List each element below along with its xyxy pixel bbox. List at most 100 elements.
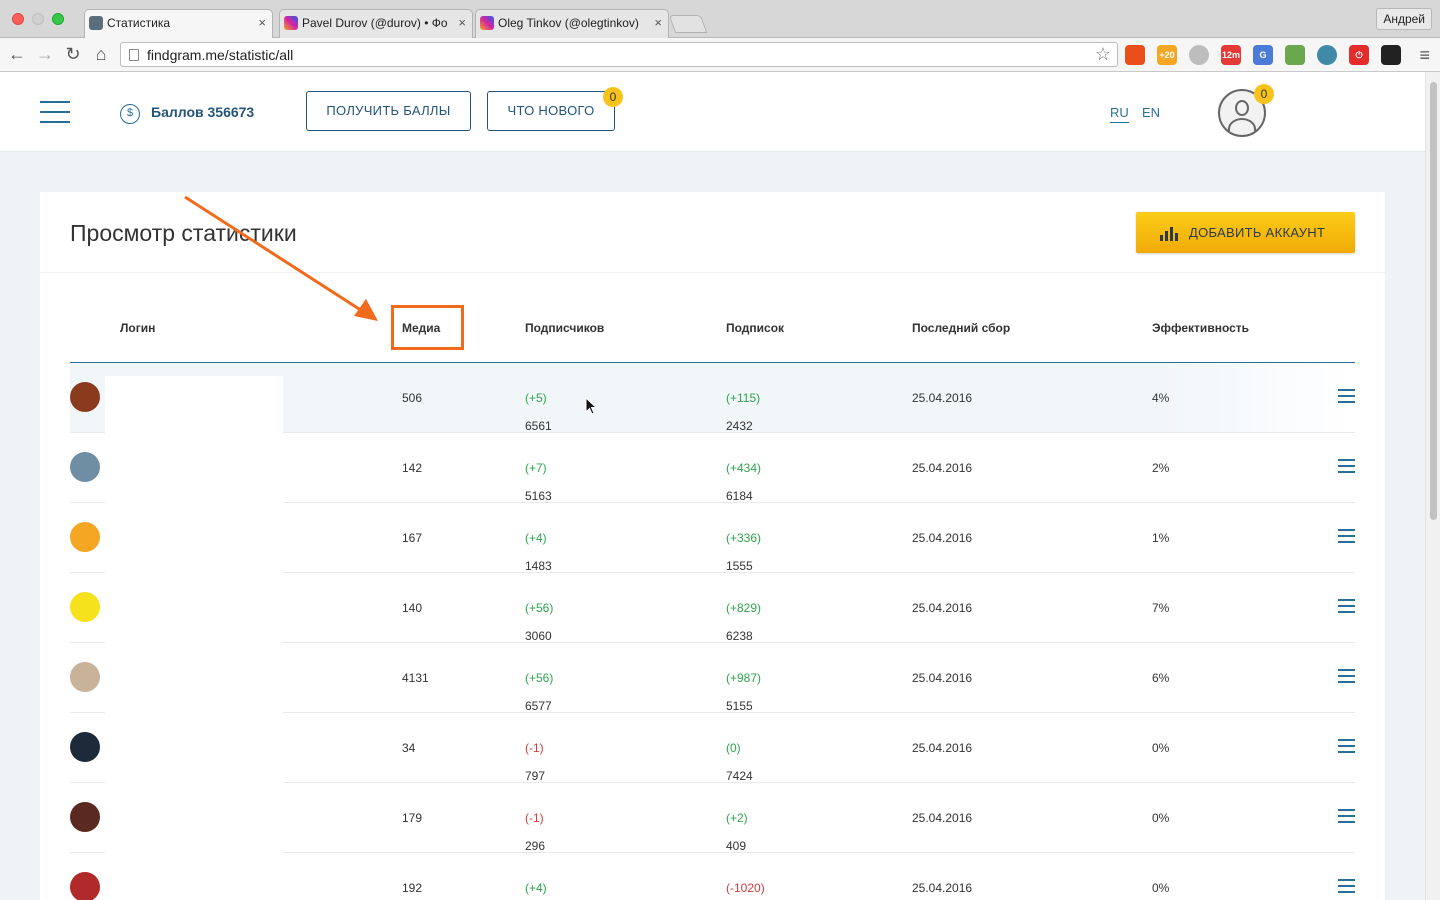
lang-en-link[interactable]: EN	[1142, 105, 1160, 120]
efficiency-value: 0%	[1152, 741, 1170, 755]
add-account-button[interactable]: ДОБАВИТЬ АККАУНТ	[1136, 212, 1355, 253]
following-count: 6184	[726, 489, 753, 503]
extension-puzzle-icon[interactable]	[1381, 45, 1401, 65]
window-maximize-button[interactable]	[52, 13, 64, 25]
tab-close-icon[interactable]: ×	[458, 15, 466, 30]
back-arrow-icon[interactable]: ←	[6, 43, 28, 65]
whats-new-button[interactable]: ЧТО НОВОГО	[487, 91, 615, 131]
column-header-login[interactable]: Логин	[120, 321, 155, 335]
last-collect-date: 25.04.2016	[912, 881, 973, 895]
account-avatar[interactable]	[70, 522, 100, 552]
followers-count: 3060	[525, 629, 552, 643]
extension-leaf-icon[interactable]	[1285, 45, 1305, 65]
translate-icon[interactable]: G	[1253, 45, 1273, 65]
get-points-button[interactable]: ПОЛУЧИТЬ БАЛЛЫ	[306, 91, 471, 131]
followers-cell: 3060 (+56)	[525, 601, 554, 643]
browser-tab-durov[interactable]: Pavel Durov (@durov) • Фо ×	[279, 9, 473, 38]
extension-red-icon[interactable]	[1125, 45, 1145, 65]
following-count: 6238	[726, 629, 753, 643]
tab-close-icon[interactable]: ×	[258, 15, 266, 30]
scrollbar-thumb[interactable]	[1430, 82, 1437, 520]
power-icon[interactable]: ⏻	[1349, 45, 1369, 65]
extension-timer-icon[interactable]: 12m	[1221, 45, 1241, 65]
lang-ru-link[interactable]: RU	[1110, 105, 1129, 123]
extension-drop-icon[interactable]	[1317, 45, 1337, 65]
extension-badge-icon[interactable]: +20	[1157, 45, 1177, 65]
avatar-badge: 0	[1254, 84, 1274, 104]
instagram-favicon-icon	[480, 16, 494, 30]
tab-title: Статистика	[107, 16, 171, 30]
statistics-favicon-icon	[89, 16, 103, 30]
row-menu-icon[interactable]	[1338, 459, 1355, 473]
column-header-last-collect[interactable]: Последний сбор	[912, 321, 1010, 335]
home-icon[interactable]: ⌂	[90, 43, 112, 65]
hamburger-menu-icon[interactable]	[40, 101, 70, 123]
annotation-arrow-icon	[184, 195, 378, 321]
row-menu-icon[interactable]	[1338, 669, 1355, 683]
page-scrollbar[interactable]	[1425, 72, 1440, 900]
column-header-followers[interactable]: Подписчиков	[525, 321, 604, 335]
window-close-button[interactable]	[12, 13, 24, 25]
bar-chart-icon	[1160, 225, 1180, 241]
row-menu-icon[interactable]	[1338, 529, 1355, 543]
followers-cell: 6561 (+5)	[525, 391, 552, 433]
row-menu-icon[interactable]	[1338, 809, 1355, 823]
media-count: 179	[402, 811, 423, 825]
following-cell: 7424 (0)	[726, 741, 753, 783]
followers-count: 5163	[525, 489, 552, 503]
account-avatar[interactable]	[70, 802, 100, 832]
followers-cell: 296 (-1)	[525, 811, 545, 853]
browser-tab-statistics[interactable]: Статистика ×	[84, 9, 273, 39]
following-cell: 2432 (+115)	[726, 391, 760, 433]
followers-delta: (+56)	[525, 671, 554, 685]
account-avatar[interactable]	[70, 662, 100, 692]
following-delta: (+987)	[726, 671, 762, 685]
row-menu-icon[interactable]	[1338, 879, 1355, 893]
column-header-efficiency[interactable]: Эффективность	[1152, 321, 1249, 335]
account-avatar[interactable]	[70, 592, 100, 622]
tab-close-icon[interactable]: ×	[654, 15, 662, 30]
last-collect-date: 25.04.2016	[912, 671, 973, 685]
last-collect-date: 25.04.2016	[912, 531, 973, 545]
reload-icon[interactable]: ↻	[62, 43, 84, 65]
following-delta: (+2)	[726, 811, 748, 825]
followers-delta: (-1)	[525, 741, 544, 755]
extension-moon-icon[interactable]	[1189, 45, 1209, 65]
forward-arrow-icon[interactable]: →	[34, 43, 56, 65]
account-avatar[interactable]	[70, 382, 100, 412]
media-count: 34	[402, 741, 416, 755]
efficiency-value: 4%	[1152, 391, 1170, 405]
window-minimize-button[interactable]	[32, 13, 44, 25]
following-delta: (+434)	[726, 461, 762, 475]
following-count: 5155	[726, 699, 753, 713]
followers-cell: 797 (-1)	[525, 741, 545, 783]
row-menu-icon[interactable]	[1338, 599, 1355, 613]
column-header-following[interactable]: Подписок	[726, 321, 784, 335]
login-column-mask	[105, 376, 283, 900]
followers-count: 6577	[525, 699, 552, 713]
followers-delta: (+5)	[525, 391, 547, 405]
browser-menu-icon[interactable]: ≡	[1419, 45, 1430, 66]
account-avatar[interactable]	[70, 732, 100, 762]
following-cell: 6184 (+434)	[726, 461, 762, 503]
browser-profile-button[interactable]: Андрей	[1376, 8, 1432, 30]
new-tab-button[interactable]	[668, 15, 708, 33]
followers-cell: 1483 (+4)	[525, 531, 552, 573]
points-balance: Баллов 356673	[151, 104, 255, 120]
followers-delta: (-1)	[525, 811, 544, 825]
bookmark-star-icon[interactable]: ☆	[1095, 44, 1111, 65]
account-avatar[interactable]	[70, 872, 100, 900]
row-menu-icon[interactable]	[1338, 389, 1355, 403]
address-bar[interactable]: findgram.me/statistic/all ☆	[120, 42, 1118, 67]
browser-tabbar: Статистика × Pavel Durov (@durov) • Фо ×…	[0, 0, 1440, 39]
tab-title: Oleg Tinkov (@olegtinkov)	[498, 16, 639, 30]
browser-tab-tinkov[interactable]: Oleg Tinkov (@olegtinkov) ×	[475, 9, 669, 38]
following-cell: 5151(-1020)	[726, 881, 765, 895]
row-menu-icon[interactable]	[1338, 739, 1355, 753]
efficiency-value: 1%	[1152, 531, 1170, 545]
media-count: 192	[402, 881, 423, 895]
last-collect-date: 25.04.2016	[912, 811, 973, 825]
account-avatar[interactable]	[70, 452, 100, 482]
last-collect-date: 25.04.2016	[912, 461, 973, 475]
followers-delta: (+56)	[525, 601, 554, 615]
